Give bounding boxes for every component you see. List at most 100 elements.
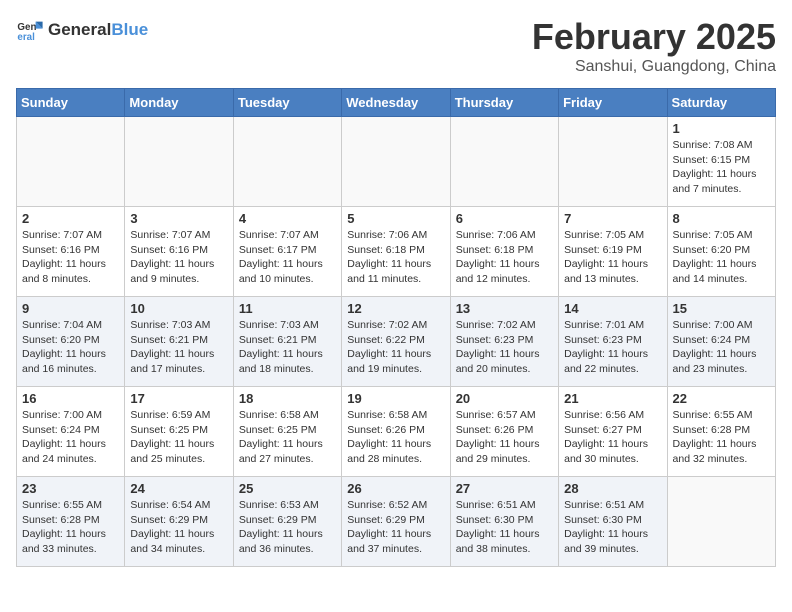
day-detail: Sunrise: 7:04 AMSunset: 6:20 PMDaylight:… bbox=[22, 318, 119, 377]
day-number: 4 bbox=[239, 211, 336, 226]
day-detail: Sunrise: 6:55 AMSunset: 6:28 PMDaylight:… bbox=[22, 498, 119, 557]
calendar-week-row: 16Sunrise: 7:00 AMSunset: 6:24 PMDayligh… bbox=[17, 387, 776, 477]
calendar-cell: 15 Sunrise: 7:00 AMSunset: 6:24 PMDayligh… bbox=[667, 297, 775, 387]
calendar-cell: 8 Sunrise: 7:05 AMSunset: 6:20 PMDaylight… bbox=[667, 207, 775, 297]
day-detail: Sunrise: 7:02 AMSunset: 6:23 PMDaylight:… bbox=[456, 318, 553, 377]
calendar-cell: 9 Sunrise: 7:04 AMSunset: 6:20 PMDaylight… bbox=[17, 297, 125, 387]
day-detail: Sunrise: 6:55 AMSunset: 6:28 PMDaylight:… bbox=[673, 408, 770, 467]
logo-icon: Gen eral bbox=[16, 16, 44, 44]
day-detail: Sunrise: 7:07 AMSunset: 6:17 PMDaylight:… bbox=[239, 228, 336, 287]
day-detail: Sunrise: 6:54 AMSunset: 6:29 PMDaylight:… bbox=[130, 498, 227, 557]
day-detail: Sunrise: 7:01 AMSunset: 6:23 PMDaylight:… bbox=[564, 318, 661, 377]
day-number: 8 bbox=[673, 211, 770, 226]
day-number: 9 bbox=[22, 301, 119, 316]
day-number: 25 bbox=[239, 481, 336, 496]
day-detail: Sunrise: 7:03 AMSunset: 6:21 PMDaylight:… bbox=[130, 318, 227, 377]
day-number: 28 bbox=[564, 481, 661, 496]
day-number: 27 bbox=[456, 481, 553, 496]
day-detail: Sunrise: 7:00 AMSunset: 6:24 PMDaylight:… bbox=[673, 318, 770, 377]
calendar-cell: 18 Sunrise: 6:58 AMSunset: 6:25 PMDayligh… bbox=[233, 387, 341, 477]
day-detail: Sunrise: 7:02 AMSunset: 6:22 PMDaylight:… bbox=[347, 318, 444, 377]
day-number: 19 bbox=[347, 391, 444, 406]
logo: Gen eral GeneralBlue bbox=[16, 16, 148, 44]
day-detail: Sunrise: 6:57 AMSunset: 6:26 PMDaylight:… bbox=[456, 408, 553, 467]
calendar-cell: 14 Sunrise: 7:01 AMSunset: 6:23 PMDayligh… bbox=[559, 297, 667, 387]
calendar-cell: 6 Sunrise: 7:06 AMSunset: 6:18 PMDaylight… bbox=[450, 207, 558, 297]
day-number: 18 bbox=[239, 391, 336, 406]
day-number: 6 bbox=[456, 211, 553, 226]
day-detail: Sunrise: 7:05 AMSunset: 6:19 PMDaylight:… bbox=[564, 228, 661, 287]
day-detail: Sunrise: 7:08 AMSunset: 6:15 PMDaylight:… bbox=[673, 138, 770, 197]
day-number: 13 bbox=[456, 301, 553, 316]
day-number: 20 bbox=[456, 391, 553, 406]
day-detail: Sunrise: 6:51 AMSunset: 6:30 PMDaylight:… bbox=[456, 498, 553, 557]
day-number: 16 bbox=[22, 391, 119, 406]
day-number: 21 bbox=[564, 391, 661, 406]
calendar-cell: 23 Sunrise: 6:55 AMSunset: 6:28 PMDayligh… bbox=[17, 477, 125, 567]
calendar-week-row: 23 Sunrise: 6:55 AMSunset: 6:28 PMDayligh… bbox=[17, 477, 776, 567]
logo-blue: Blue bbox=[111, 20, 148, 39]
col-sunday: Sunday bbox=[17, 89, 125, 117]
calendar-cell: 13 Sunrise: 7:02 AMSunset: 6:23 PMDayligh… bbox=[450, 297, 558, 387]
calendar-cell bbox=[450, 117, 558, 207]
day-detail: Sunrise: 7:06 AMSunset: 6:18 PMDaylight:… bbox=[456, 228, 553, 287]
day-detail: Sunrise: 6:59 AMSunset: 6:25 PMDaylight:… bbox=[130, 408, 227, 467]
calendar-cell: 1Sunrise: 7:08 AMSunset: 6:15 PMDaylight… bbox=[667, 117, 775, 207]
col-thursday: Thursday bbox=[450, 89, 558, 117]
logo-general: General bbox=[48, 20, 111, 39]
col-monday: Monday bbox=[125, 89, 233, 117]
calendar-cell: 3Sunrise: 7:07 AMSunset: 6:16 PMDaylight… bbox=[125, 207, 233, 297]
day-number: 24 bbox=[130, 481, 227, 496]
day-number: 23 bbox=[22, 481, 119, 496]
day-number: 17 bbox=[130, 391, 227, 406]
day-detail: Sunrise: 6:56 AMSunset: 6:27 PMDaylight:… bbox=[564, 408, 661, 467]
calendar-cell: 4 Sunrise: 7:07 AMSunset: 6:17 PMDaylight… bbox=[233, 207, 341, 297]
calendar-cell bbox=[667, 477, 775, 567]
calendar-week-row: 1Sunrise: 7:08 AMSunset: 6:15 PMDaylight… bbox=[17, 117, 776, 207]
location-subtitle: Sanshui, Guangdong, China bbox=[532, 58, 776, 76]
calendar-cell: 27 Sunrise: 6:51 AMSunset: 6:30 PMDayligh… bbox=[450, 477, 558, 567]
calendar-cell bbox=[125, 117, 233, 207]
calendar-cell: 16Sunrise: 7:00 AMSunset: 6:24 PMDayligh… bbox=[17, 387, 125, 477]
day-number: 5 bbox=[347, 211, 444, 226]
day-number: 3 bbox=[130, 211, 227, 226]
day-number: 7 bbox=[564, 211, 661, 226]
calendar-cell: 5 Sunrise: 7:06 AMSunset: 6:18 PMDaylight… bbox=[342, 207, 450, 297]
col-saturday: Saturday bbox=[667, 89, 775, 117]
calendar-cell: 10 Sunrise: 7:03 AMSunset: 6:21 PMDayligh… bbox=[125, 297, 233, 387]
day-number: 15 bbox=[673, 301, 770, 316]
calendar-cell: 28 Sunrise: 6:51 AMSunset: 6:30 PMDayligh… bbox=[559, 477, 667, 567]
day-detail: Sunrise: 7:06 AMSunset: 6:18 PMDaylight:… bbox=[347, 228, 444, 287]
calendar-cell bbox=[233, 117, 341, 207]
calendar-cell: 21 Sunrise: 6:56 AMSunset: 6:27 PMDayligh… bbox=[559, 387, 667, 477]
calendar-cell bbox=[17, 117, 125, 207]
calendar-cell bbox=[559, 117, 667, 207]
calendar-cell: 20 Sunrise: 6:57 AMSunset: 6:26 PMDayligh… bbox=[450, 387, 558, 477]
day-number: 12 bbox=[347, 301, 444, 316]
day-detail: Sunrise: 7:03 AMSunset: 6:21 PMDaylight:… bbox=[239, 318, 336, 377]
day-number: 11 bbox=[239, 301, 336, 316]
calendar-week-row: 2Sunrise: 7:07 AMSunset: 6:16 PMDaylight… bbox=[17, 207, 776, 297]
day-detail: Sunrise: 6:51 AMSunset: 6:30 PMDaylight:… bbox=[564, 498, 661, 557]
month-title: February 2025 bbox=[532, 16, 776, 58]
calendar-cell: 11 Sunrise: 7:03 AMSunset: 6:21 PMDayligh… bbox=[233, 297, 341, 387]
day-detail: Sunrise: 6:58 AMSunset: 6:25 PMDaylight:… bbox=[239, 408, 336, 467]
col-tuesday: Tuesday bbox=[233, 89, 341, 117]
day-detail: Sunrise: 7:05 AMSunset: 6:20 PMDaylight:… bbox=[673, 228, 770, 287]
calendar-cell: 7 Sunrise: 7:05 AMSunset: 6:19 PMDaylight… bbox=[559, 207, 667, 297]
calendar-table: Sunday Monday Tuesday Wednesday Thursday… bbox=[16, 88, 776, 567]
calendar-cell: 2Sunrise: 7:07 AMSunset: 6:16 PMDaylight… bbox=[17, 207, 125, 297]
day-number: 2 bbox=[22, 211, 119, 226]
day-detail: Sunrise: 6:52 AMSunset: 6:29 PMDaylight:… bbox=[347, 498, 444, 557]
calendar-cell: 19 Sunrise: 6:58 AMSunset: 6:26 PMDayligh… bbox=[342, 387, 450, 477]
day-number: 26 bbox=[347, 481, 444, 496]
svg-text:eral: eral bbox=[17, 32, 35, 43]
calendar-cell: 22Sunrise: 6:55 AMSunset: 6:28 PMDayligh… bbox=[667, 387, 775, 477]
day-number: 10 bbox=[130, 301, 227, 316]
calendar-cell: 17 Sunrise: 6:59 AMSunset: 6:25 PMDayligh… bbox=[125, 387, 233, 477]
day-number: 14 bbox=[564, 301, 661, 316]
calendar-cell: 12 Sunrise: 7:02 AMSunset: 6:22 PMDayligh… bbox=[342, 297, 450, 387]
title-area: February 2025 Sanshui, Guangdong, China bbox=[532, 16, 776, 76]
day-detail: Sunrise: 6:58 AMSunset: 6:26 PMDaylight:… bbox=[347, 408, 444, 467]
page-header: Gen eral GeneralBlue February 2025 Sansh… bbox=[16, 16, 776, 76]
